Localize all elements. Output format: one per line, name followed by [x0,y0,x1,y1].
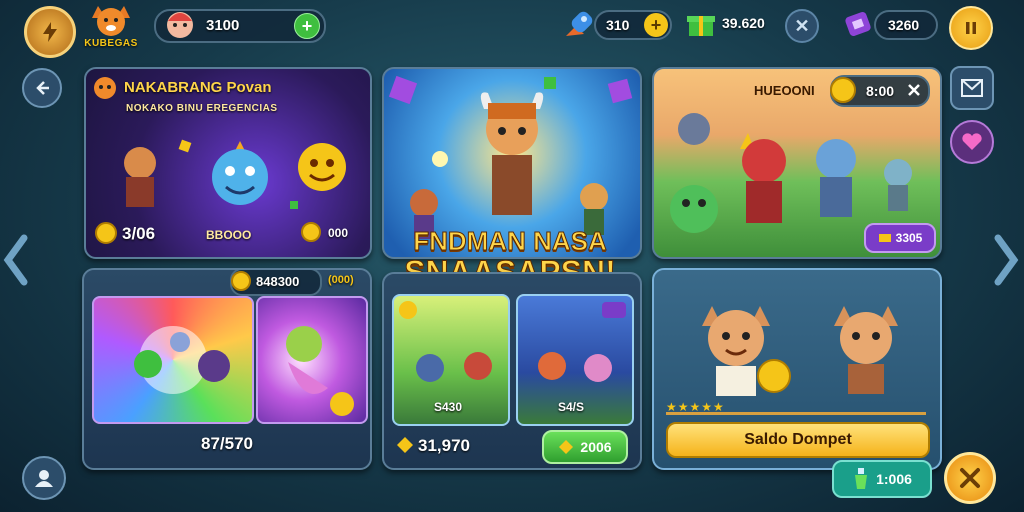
mail-icon [961,79,983,97]
fox-head-icon [94,77,116,99]
gift-box-icon [687,16,715,36]
back-button[interactable] [22,68,62,108]
tile-price: S430 [434,400,463,414]
wallet-balance-button[interactable]: Saldo Dompet [666,422,930,458]
profile-coin-value: 3100 [206,17,240,34]
price-value: 3305 [895,231,923,245]
logo-text: KUBEGAS [84,38,138,49]
buy-button[interactable]: 2006 [542,430,628,464]
battle-button[interactable] [944,452,996,504]
red-knight-character [740,133,786,223]
add-currency-1-button[interactable]: + [644,13,668,37]
character-icon [35,470,53,487]
avatar-icon [167,12,193,38]
wallet-balance-label: Saldo Dompet [744,431,852,448]
coin-icon [231,271,251,291]
profile-coin-bar[interactable]: 3100 + [154,9,326,43]
stat-2: BBOOO [206,228,252,242]
left-cat-character [702,306,791,396]
arrow-left-icon [36,81,49,95]
blue-monster-character [212,141,268,205]
tile-night[interactable]: S4/S [516,294,634,426]
viking-hero-character [480,92,544,215]
tile-price-2: S4/S [558,400,585,414]
bottom-value: 31,970 [418,436,470,455]
wallet-card[interactable]: ★★★★★ Saldo Dompet [652,268,942,470]
scroll-left-button[interactable] [0,230,34,290]
chevron-right-icon [994,234,1019,286]
home-button[interactable] [22,456,66,500]
small-goblin-character [884,159,912,211]
tile-rainbow[interactable] [92,296,254,424]
add-coins-button[interactable]: + [294,13,320,39]
card-subtitle: NOKAKO BINU EREGENCIAS [126,103,278,114]
fairy-hero-artwork [286,326,354,416]
badge-tag: (000) [328,274,354,286]
favorites-button[interactable] [950,120,994,164]
event-card-top-right[interactable]: HUEOONI 8:00 3305 [652,67,942,259]
gold-gem-icon [397,437,413,453]
rocket-icon [566,11,593,36]
right-cat-character [834,306,898,394]
energy-value: 1:006 [876,471,912,487]
pause-icon [966,22,976,34]
cat-heroes-artwork [702,306,898,396]
coin-icon [301,222,321,242]
pause-button[interactable] [949,6,993,50]
tile-forest[interactable]: S430 [392,294,510,426]
purple-ticket-icon [845,11,871,37]
currency-bar-1[interactable]: 310 + [594,10,672,40]
rainbow-heroes-artwork [134,326,230,394]
stars-text: ★★★★★ [666,400,725,414]
heroes-artwork [124,139,346,209]
event-card-top-left[interactable]: NAKABRANG Povan NOKAKO BINU EREGENCIAS 3… [84,67,372,259]
currency-bar-2[interactable]: 39.620 [716,10,776,36]
currency-value-3: 3260 [888,17,920,33]
smiley-coin [298,143,346,191]
rank-badge-icon[interactable] [24,6,76,58]
close-icon[interactable]: ✕ [785,9,819,43]
fox-mascot-icon [92,6,130,36]
banner-line-1: FNDMAN NASA [413,226,608,257]
potion-icon [855,468,868,489]
card-title: NAKABRANG Povan [124,79,272,96]
buy-button-label: 2006 [580,439,612,455]
ticket-icon [878,234,891,242]
bottom-value: 87/570 [201,434,253,453]
energy-pill[interactable]: 1:006 [832,460,932,498]
blue-goblin-character [816,139,856,217]
event-card-bottom-left[interactable]: 848300 (000) 87/570 [82,268,372,470]
badge-value: 848300 [256,274,300,289]
chevron-left-icon [3,234,28,286]
currency-bar-3[interactable]: 3260 [874,10,938,40]
mail-button[interactable] [950,66,994,110]
gold-gem-icon [559,440,574,454]
stat-3: 000 [328,226,349,240]
scroll-right-button[interactable] [988,230,1022,290]
price-tag[interactable]: 3305 [864,223,936,253]
crossed-swords-icon [960,468,980,488]
rating-stars: ★★★★★ [666,398,926,415]
stat-1: 3/06 [122,224,156,243]
event-card-bottom-center[interactable]: S430 S4/S 31,970 2006 [382,272,642,470]
tile-magic[interactable] [256,296,368,424]
currency-value-1: 310 [606,17,630,33]
value-badge[interactable]: 848300 [230,270,322,296]
warrior-character [124,147,156,207]
game-logo: KUBEGAS [78,2,144,52]
green-dino-character [670,185,718,233]
coin-icon [95,222,117,244]
currency-value-2: 39.620 [722,15,765,31]
heart-icon [962,133,982,150]
